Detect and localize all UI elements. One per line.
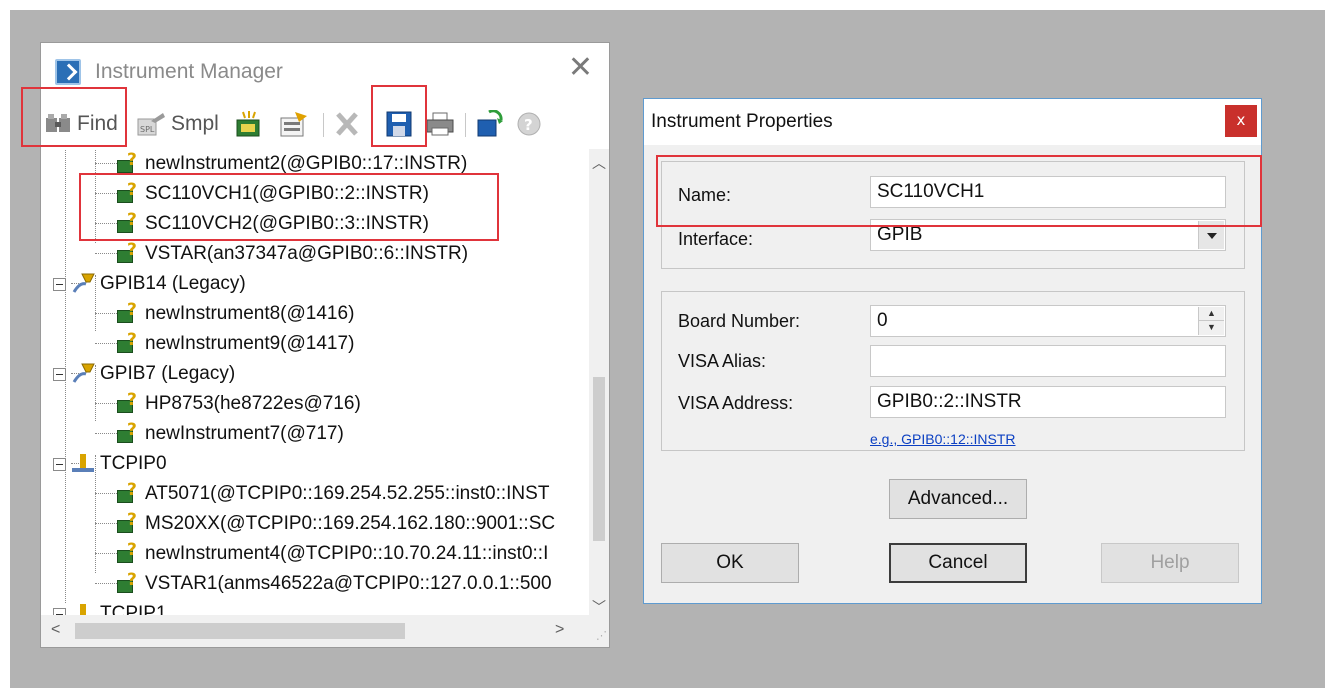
gpib-interface-icon [70,272,96,296]
new-instrument-icon [236,111,260,137]
sample-icon: SPL [137,113,165,136]
tree-item-instrument[interactable]: ? AT5071(@TCPIP0::169.254.52.255::inst0:… [117,479,549,509]
visa-alias-label: VISA Alias: [678,351,767,371]
instrument-properties-dialog: Instrument Properties x Name: SC110VCH1 … [643,98,1262,604]
new-instrument-button[interactable] [235,107,265,141]
properties-icon [280,112,307,137]
scroll-down-icon[interactable]: ﹀ [592,597,606,617]
smpl-button[interactable]: SPL Smpl [137,107,219,141]
resize-grip-icon[interactable]: ⋰ [589,615,609,647]
tree-node-tcpip0[interactable]: TCPIP0 [53,449,167,479]
find-button[interactable]: Find [45,107,118,141]
instrument-icon: ? [117,420,139,444]
tree-item-instrument[interactable]: ? VSTAR1(anms46522a@TCPIP0::127.0.0.1::5… [117,569,552,599]
instrument-icon: ? [117,210,139,234]
close-icon[interactable]: ✕ [568,53,593,83]
delete-button[interactable] [333,107,361,141]
visa-address-field[interactable]: GPIB0::2::INSTR [870,386,1226,418]
scroll-thumb[interactable] [593,377,605,541]
visa-alias-field[interactable] [870,345,1226,377]
scroll-up-icon[interactable]: ︿ [592,153,606,173]
ok-button[interactable]: OK [661,543,799,583]
gpib-interface-icon [70,362,96,386]
refresh-icon [477,110,503,137]
save-button[interactable] [385,107,413,141]
cancel-button[interactable]: Cancel [889,543,1027,583]
interface-select[interactable]: GPIB [870,219,1226,251]
properties-button[interactable] [279,107,309,141]
tree-item-instrument[interactable]: ? newInstrument9(@1417) [117,329,354,359]
svg-text:?: ? [524,116,533,134]
tree-item-instrument[interactable]: ? SC110VCH2(@GPIB0::3::INSTR) [117,209,429,239]
visa-address-example-link[interactable]: e.g., GPIB0::12::INSTR [870,431,1016,447]
refresh-button[interactable] [475,107,505,141]
print-button[interactable] [425,107,455,141]
scroll-left-icon[interactable]: < [51,621,60,639]
smpl-label: Smpl [171,112,219,135]
instrument-manager-window: Instrument Manager ✕ Find SPL Smpl ? ? n… [21,42,610,648]
advanced-button[interactable]: Advanced... [889,479,1027,519]
board-number-stepper[interactable]: 0 ▲ ▼ [870,305,1226,337]
horizontal-scrollbar[interactable]: < > [41,615,589,647]
dialog-title-bar: Instrument Properties x [644,99,1261,145]
dialog-title: Instrument Properties [651,111,833,132]
instrument-icon: ? [117,150,139,174]
interface-label: Interface: [678,229,754,249]
tree-item-instrument[interactable]: ? HP8753(he8722es@716) [117,389,361,419]
instrument-icon: ? [117,390,139,414]
spinner-control[interactable]: ▲ ▼ [1198,307,1224,335]
help-button[interactable]: Help [1101,543,1239,583]
save-icon [386,111,412,137]
tree-item-instrument[interactable]: ? newInstrument2(@GPIB0::17::INSTR) [117,149,467,179]
app-icon [55,59,81,85]
help-button[interactable]: ? [515,107,543,141]
scroll-thumb[interactable] [75,623,405,639]
find-label: Find [77,112,118,135]
instrument-icon: ? [117,180,139,204]
scroll-right-icon[interactable]: > [555,621,564,639]
instrument-icon: ? [117,240,139,264]
tree-item-instrument[interactable]: ? MS20XX(@TCPIP0::169.254.162.180::9001:… [117,509,555,539]
collapse-toggle[interactable] [53,367,66,381]
vertical-scrollbar[interactable]: ︿ ﹀ [589,149,609,615]
name-label: Name: [678,185,732,205]
print-icon [426,112,454,136]
tree-item-instrument[interactable]: ? newInstrument8(@1416) [117,299,354,329]
toolbar-separator [465,113,466,137]
title-bar: Instrument Manager ✕ [41,43,609,95]
chevron-down-icon[interactable] [1198,221,1224,249]
name-field[interactable]: SC110VCH1 [870,176,1226,208]
window-title: Instrument Manager [95,60,283,83]
tree-item-instrument[interactable]: ? VSTAR(an37347a@GPIB0::6::INSTR) [117,239,468,269]
find-icon [46,114,70,132]
svg-text:SPL: SPL [140,125,155,134]
toolbar-separator [371,113,372,137]
tree-item-instrument[interactable]: ? newInstrument7(@717) [117,419,344,449]
help-icon: ? [517,112,541,136]
visa-address-label: VISA Address: [678,393,794,413]
delete-icon [336,112,358,136]
toolbar-separator [323,113,324,137]
board-number-label: Board Number: [678,311,801,331]
instrument-icon: ? [117,510,139,534]
tree-item-instrument[interactable]: ? SC110VCH1(@GPIB0::2::INSTR) [117,179,429,209]
close-icon[interactable]: x [1225,105,1257,137]
tree-node-gpib14[interactable]: GPIB14 (Legacy) [53,269,246,299]
tree-item-instrument[interactable]: ? newInstrument4(@TCPIP0::10.70.24.11::i… [117,539,548,569]
instrument-icon: ? [117,570,139,594]
instrument-tree: ? newInstrument2(@GPIB0::17::INSTR) ? SC… [41,149,589,617]
collapse-toggle[interactable] [53,457,66,471]
instrument-icon: ? [117,480,139,504]
instrument-icon: ? [117,330,139,354]
instrument-icon: ? [117,540,139,564]
collapse-toggle[interactable] [53,277,66,291]
tree-node-gpib7[interactable]: GPIB7 (Legacy) [53,359,235,389]
network-interface-icon [70,452,96,476]
spin-down-icon[interactable]: ▼ [1199,321,1224,335]
instrument-icon: ? [117,300,139,324]
spin-up-icon[interactable]: ▲ [1199,307,1224,321]
toolbar: Find SPL Smpl ? [41,103,609,147]
